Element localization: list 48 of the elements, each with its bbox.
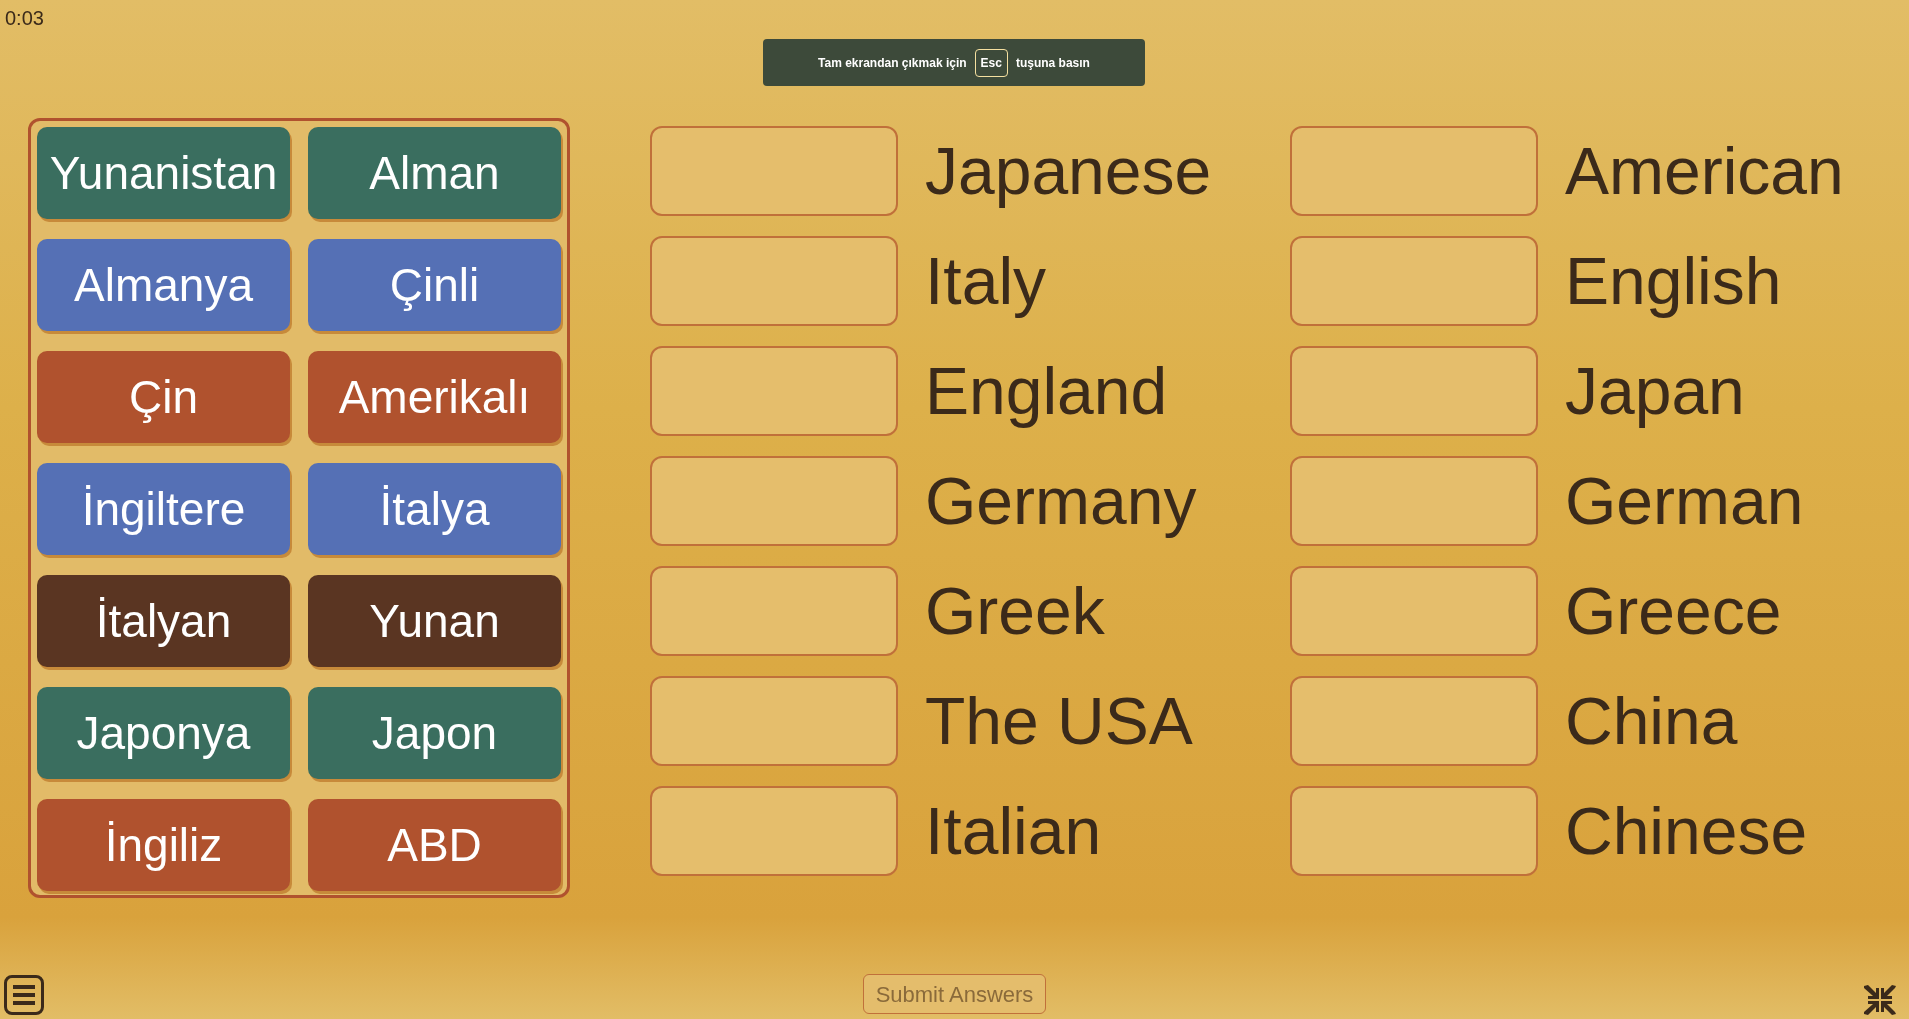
target-word: Chinese xyxy=(1564,793,1809,870)
timer: 0:03 xyxy=(5,8,44,28)
word-tile[interactable]: İtalya xyxy=(308,463,561,555)
target-word: Greek xyxy=(924,573,1106,650)
drop-zone[interactable] xyxy=(1290,566,1538,656)
target-word: Japanese xyxy=(924,133,1213,210)
notice-text: Tam ekrandan çıkmak için xyxy=(818,54,967,72)
word-tile[interactable]: İngiltere xyxy=(37,463,290,555)
target-word: Japan xyxy=(1564,353,1746,430)
target-word: China xyxy=(1564,683,1739,760)
word-tile[interactable]: Japon xyxy=(308,687,561,779)
word-tile[interactable]: İtalyan xyxy=(37,575,290,667)
target-word: American xyxy=(1564,133,1844,210)
drop-zone[interactable] xyxy=(1290,346,1538,436)
word-tile[interactable]: Almanya xyxy=(37,239,290,331)
word-tile[interactable]: Amerikalı xyxy=(308,351,561,443)
target-word: Germany xyxy=(924,463,1198,540)
drop-zone[interactable] xyxy=(1290,676,1538,766)
drop-zone[interactable] xyxy=(650,676,898,766)
drop-zone[interactable] xyxy=(1290,126,1538,216)
word-tile[interactable]: Çin xyxy=(37,351,290,443)
target-word: The USA xyxy=(924,683,1194,760)
word-tile[interactable]: Çinli xyxy=(308,239,561,331)
notice-text: tuşuna basın xyxy=(1015,54,1090,72)
drop-zone[interactable] xyxy=(650,566,898,656)
word-tile[interactable]: Yunanistan xyxy=(37,127,290,219)
word-tile[interactable]: ABD xyxy=(308,799,561,891)
drop-zone[interactable] xyxy=(650,346,898,436)
drop-zone[interactable] xyxy=(650,126,898,216)
word-tile[interactable]: Yunan xyxy=(308,575,561,667)
target-word: England xyxy=(924,353,1169,430)
word-tile[interactable]: Japonya xyxy=(37,687,290,779)
drop-zone[interactable] xyxy=(650,786,898,876)
target-word: German xyxy=(1564,463,1805,540)
target-word: Greece xyxy=(1564,573,1783,650)
word-tile[interactable]: Alman xyxy=(308,127,561,219)
drop-zone[interactable] xyxy=(650,456,898,546)
drop-zone[interactable] xyxy=(1290,456,1538,546)
target-word: English xyxy=(1564,243,1783,320)
drop-zone[interactable] xyxy=(1290,236,1538,326)
target-word: Italy xyxy=(924,243,1048,320)
menu-button[interactable] xyxy=(4,975,44,1015)
word-tile[interactable]: İngiliz xyxy=(37,799,290,891)
drop-zone[interactable] xyxy=(650,236,898,326)
esc-key: Esc xyxy=(974,48,1008,77)
target-word: Italian xyxy=(924,793,1103,870)
exit-fullscreen-icon[interactable] xyxy=(1863,985,1897,1015)
drop-zone[interactable] xyxy=(1290,786,1538,876)
